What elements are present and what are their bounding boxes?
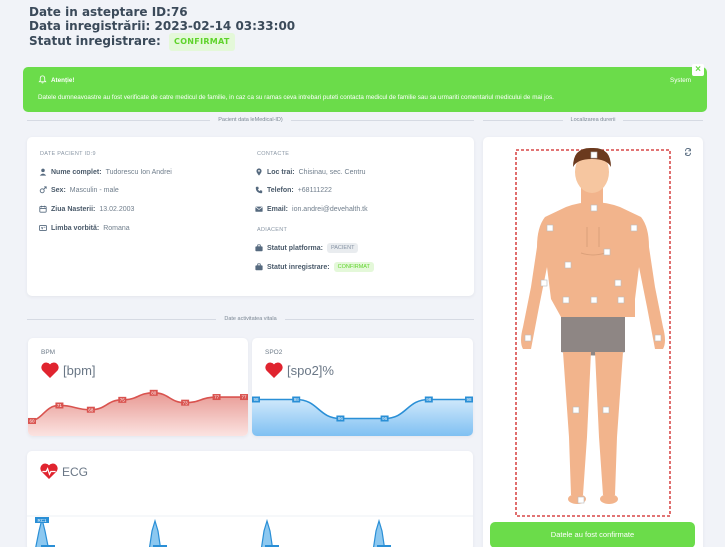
spo2-card: SPO2 [spo2]% 98 98 96 96 98 98	[252, 338, 473, 436]
alert-message: Datele dumneavoastre au fost verificate …	[38, 94, 554, 101]
ecg-peak-label: RC1	[37, 518, 46, 523]
bpm-data-label: 77	[241, 395, 247, 400]
heart-icon	[265, 362, 283, 379]
patient-section-divider: Pacient data leMedical-ID)	[27, 116, 474, 125]
patient-section-header: DATE PACIENT ID:9	[40, 151, 96, 157]
registration-status: Statut inregistrare: CONFIRMAT	[29, 33, 295, 51]
bpm-data-label: 75	[120, 397, 126, 402]
body-map[interactable]	[483, 137, 703, 517]
spo2-data-label: 96	[382, 416, 388, 421]
language-icon	[39, 225, 47, 231]
human-body-figure	[521, 147, 665, 504]
alert-title: Atenție!	[51, 77, 75, 84]
field-location: Loc trai: Chisinau, sec. Centru	[255, 168, 366, 176]
field-email: Email: ion.andrei@devehalth.tk	[255, 205, 368, 213]
ecg-card: ECG RC1 216 216 216 216	[27, 451, 473, 547]
alert-source: System	[670, 77, 691, 84]
field-full-name: Nume complet: Tudorescu Ion Andrei	[39, 168, 172, 176]
heart-icon	[41, 362, 59, 379]
patient-info-card: DATE PACIENT ID:9 Nume complet: Tudoresc…	[27, 137, 474, 296]
bpm-data-label: 80	[151, 390, 157, 395]
registration-status-badge: CONFIRMAT	[333, 262, 374, 272]
bpm-data-label: 71	[57, 403, 63, 408]
close-icon[interactable]: ×	[692, 64, 704, 76]
spo2-data-label: 98	[253, 397, 259, 402]
bpm-label: BPM	[41, 349, 56, 356]
pain-location-card	[483, 137, 703, 547]
spo2-title: [spo2]%	[264, 362, 334, 379]
status-badge: CONFIRMAT	[169, 33, 235, 51]
bell-icon	[38, 75, 47, 84]
bpm-data-label: 77	[214, 395, 220, 400]
heart-pulse-icon	[40, 463, 58, 480]
bpm-chart: 60 71 68 75 80 73 77 77	[28, 389, 248, 436]
attention-alert: Atenție! System × Datele dumneavoastre a…	[23, 64, 707, 112]
gender-icon	[39, 186, 47, 194]
ecg-title: ECG	[39, 463, 88, 480]
registration-date: Data inregistrării: 2023-02-14 03:33:00	[29, 18, 296, 33]
calendar-icon	[39, 205, 47, 213]
field-platform-status: Statut platforma: PACIENT	[255, 243, 359, 253]
bpm-card: BPM [bpm] 60 71 68 75 80 73 77 77	[28, 338, 248, 436]
location-pin-icon	[256, 168, 262, 176]
spo2-data-label: 98	[426, 397, 432, 402]
bpm-data-label: 73	[183, 400, 189, 405]
field-sex: Sex: Masculin - male	[39, 186, 119, 194]
page-header: Date in asteptare ID:76 Data inregistrăr…	[29, 5, 296, 51]
phone-icon	[255, 186, 263, 194]
page-title: Date in asteptare ID:76	[29, 5, 188, 19]
contacts-section-header: CONTACTE	[257, 151, 290, 157]
briefcase-icon	[255, 263, 263, 271]
spo2-data-label: 96	[338, 416, 344, 421]
bpm-data-label: 60	[29, 419, 35, 424]
spo2-data-label: 98	[294, 397, 300, 402]
spo2-chart: 98 98 96 96 98 98	[252, 396, 473, 436]
adjacent-section-header: ADIACENT	[257, 227, 288, 233]
field-language: Limba vorbită: Romana	[39, 224, 130, 232]
mail-icon	[255, 206, 263, 212]
spo2-label: SPO2	[265, 349, 283, 356]
field-phone: Telefon: +68111222	[255, 186, 332, 194]
user-icon	[39, 168, 47, 176]
platform-status-badge: PACIENT	[327, 243, 359, 253]
bpm-data-label: 68	[88, 407, 94, 412]
vitals-section-divider: Date activitatea vitala	[27, 315, 474, 324]
bpm-title: [bpm]	[40, 362, 96, 379]
data-confirmed-button[interactable]: Datele au fost confirmate	[490, 522, 695, 547]
spo2-data-label: 98	[466, 397, 472, 402]
pain-section-divider: Localizarea durerii	[483, 116, 703, 125]
field-registration-status: Statut inregistrare: CONFIRMAT	[255, 262, 374, 272]
briefcase-icon	[255, 244, 263, 252]
ecg-chart: RC1 216 216 216 216	[27, 515, 473, 547]
field-birth-date: Ziua Nasterii: 13.02.2003	[39, 205, 134, 213]
